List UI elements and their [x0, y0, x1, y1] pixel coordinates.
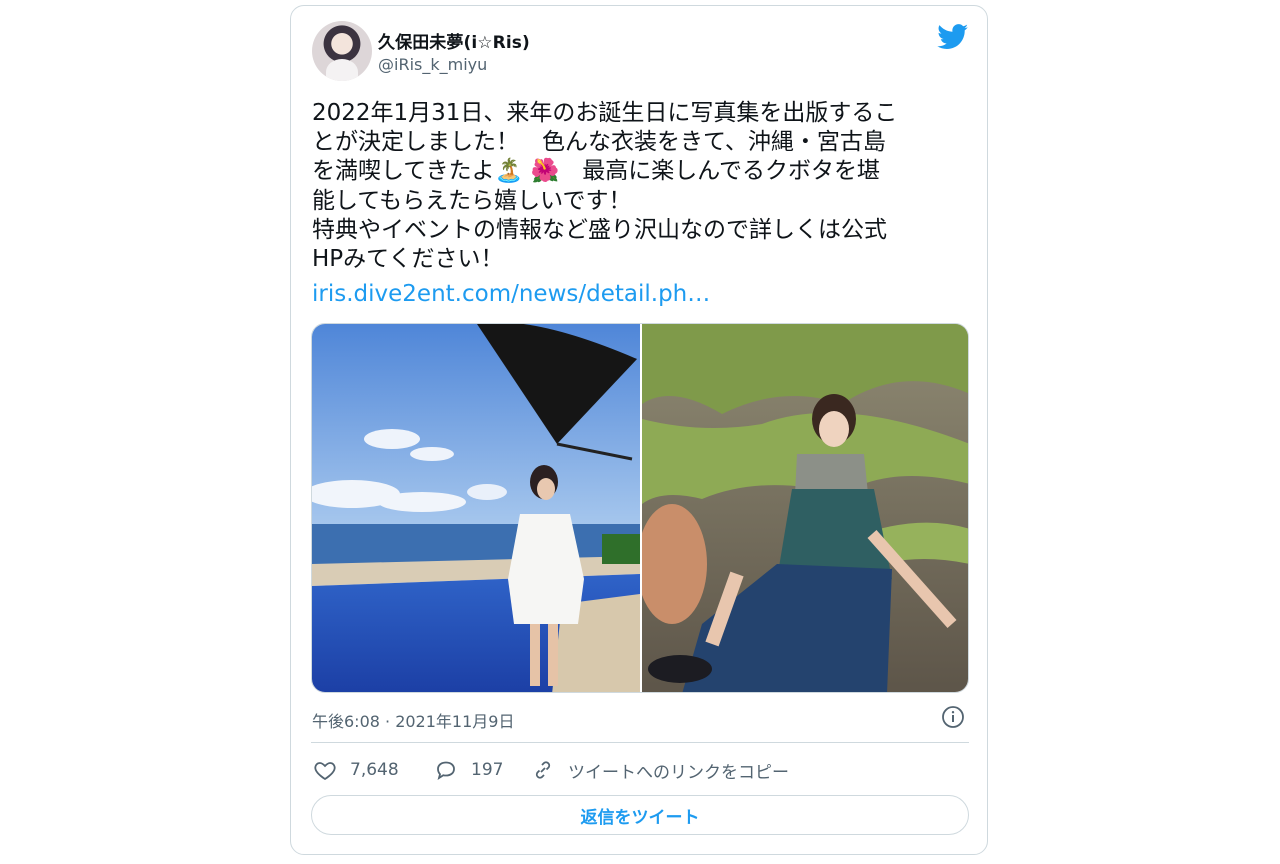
- info-icon[interactable]: [941, 705, 965, 729]
- like-button[interactable]: 7,648: [313, 757, 399, 783]
- display-name[interactable]: 久保田未夢(i☆Ris): [378, 28, 530, 53]
- reply-button[interactable]: 197: [434, 757, 503, 783]
- like-count: 7,648: [350, 760, 399, 780]
- avatar[interactable]: [312, 21, 372, 81]
- reply-count: 197: [471, 760, 504, 780]
- tweet-timestamp[interactable]: 午後6:08 · 2021年11月9日: [312, 708, 514, 732]
- divider: [311, 742, 969, 743]
- twitter-bird-icon[interactable]: [937, 24, 969, 50]
- photo-seaside-rocks[interactable]: [642, 324, 969, 693]
- heart-icon: [314, 762, 336, 781]
- link-icon: [535, 761, 551, 779]
- tweet-link[interactable]: iris.dive2ent.com/news/detail.ph…: [312, 281, 710, 307]
- reply-bubble-icon: [437, 761, 455, 781]
- tweet-reply-button[interactable]: 返信をツイート: [311, 795, 969, 835]
- photo-poolside[interactable]: [312, 324, 640, 693]
- copy-link-label: ツイートへのリンクをコピー: [568, 762, 789, 783]
- tweet-card: 久保田未夢(i☆Ris) @iRis_k_miyu 2022年1月31日、来年の…: [290, 5, 988, 855]
- media-grid: [311, 323, 969, 693]
- tweet-text: 2022年1月31日、来年のお誕生日に写真集を出版するこ とが決定しました！ 色…: [312, 100, 898, 273]
- copy-link-button[interactable]: ツイートへのリンクをコピー: [531, 757, 789, 783]
- user-handle[interactable]: @iRis_k_miyu: [378, 55, 487, 74]
